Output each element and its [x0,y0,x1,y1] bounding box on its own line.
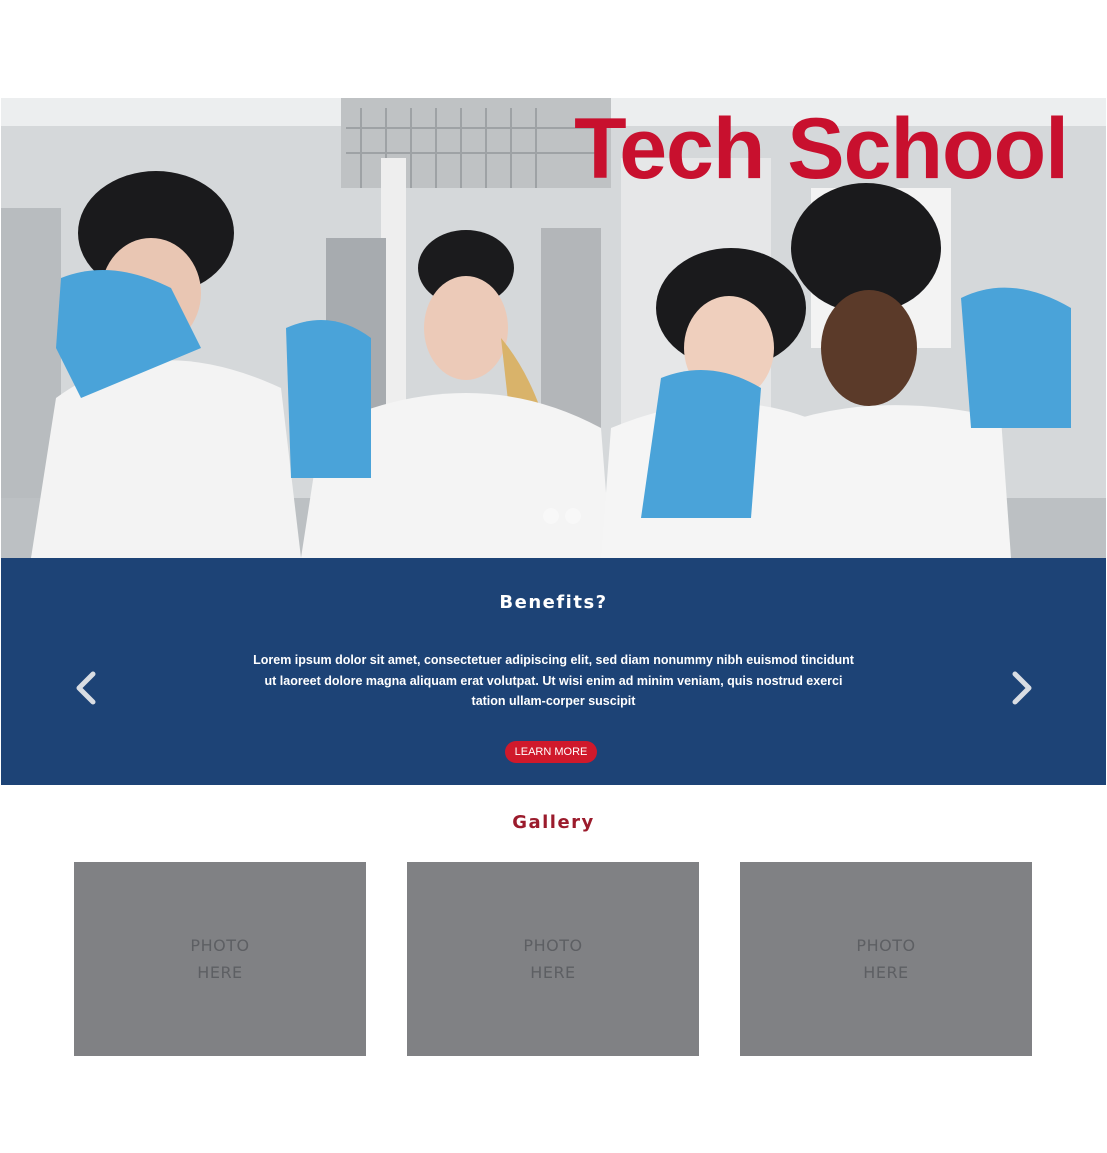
benefits-text: Lorem ipsum dolor sit amet, consectetuer… [253,653,854,708]
chevron-left-icon[interactable] [71,668,101,708]
hero-banner: Tech School Benefits? Lorem ipsum dolor … [1,98,1106,785]
carousel-dot-2[interactable] [543,508,559,524]
benefits-panel: Benefits? Lorem ipsum dolor sit amet, co… [1,558,1106,785]
gallery-photo-3[interactable]: PHOTO HERE [740,862,1032,1056]
carousel-dot-3[interactable] [565,508,581,524]
photo-label-line1: PHOTO [856,936,916,955]
photo-label-line2: HERE [863,963,909,982]
hero-title: Tech School [574,101,1069,197]
photo-label-line2: HERE [530,963,576,982]
photo-label-line1: PHOTO [523,936,583,955]
gallery-photo-2[interactable]: PHOTO HERE [407,862,699,1056]
photo-label-line1: PHOTO [190,936,250,955]
photo-placeholder-label: PHOTO HERE [190,932,249,986]
gallery-title: Gallery [512,812,595,833]
photo-placeholder-label: PHOTO HERE [523,932,582,986]
chevron-right-icon[interactable] [1007,668,1037,708]
photo-label-line2: HERE [197,963,243,982]
carousel-dot-1[interactable] [521,508,537,524]
learn-more-button[interactable]: LEARN MORE [505,741,597,763]
gallery-photo-1[interactable]: PHOTO HERE [74,862,366,1056]
benefits-title: Benefits? [499,592,608,613]
carousel-indicators [521,508,581,524]
photo-placeholder-label: PHOTO HERE [856,932,915,986]
